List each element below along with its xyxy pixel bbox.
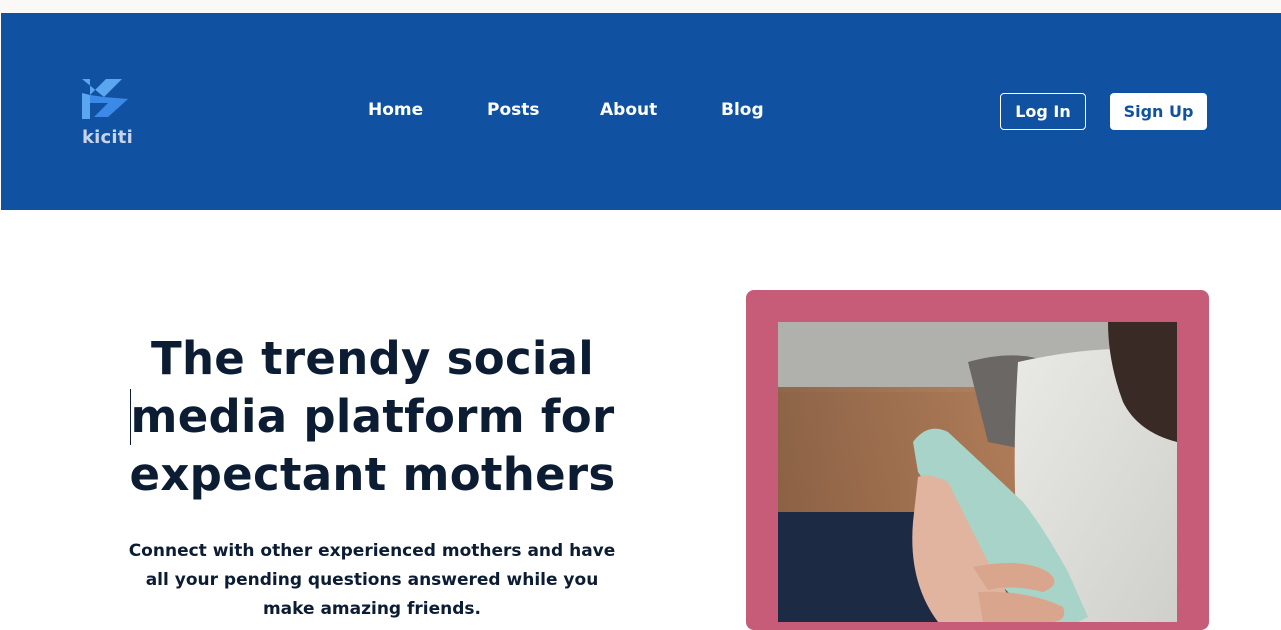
phone-in-hand-photo (778, 322, 1177, 622)
hero-subtitle: Connect with other experienced mothers a… (128, 541, 616, 619)
navbar: kiciti Home Posts About Blog Log In Sign… (1, 13, 1281, 210)
signup-button[interactable]: Sign Up (1110, 93, 1207, 130)
hero-title: The trendy social media platform for exp… (129, 332, 616, 501)
hero-image (778, 322, 1177, 622)
login-button[interactable]: Log In (1000, 93, 1086, 130)
logo[interactable]: kiciti (81, 79, 141, 169)
nav-link-about[interactable]: About (600, 100, 657, 120)
top-strip (0, 0, 1281, 13)
nav-link-blog[interactable]: Blog (721, 100, 764, 120)
brand-name: kiciti (82, 127, 133, 148)
text-cursor (130, 389, 131, 445)
nav-link-posts[interactable]: Posts (487, 100, 540, 120)
nav-link-home[interactable]: Home (368, 100, 423, 120)
kiciti-logo-icon (82, 79, 128, 119)
